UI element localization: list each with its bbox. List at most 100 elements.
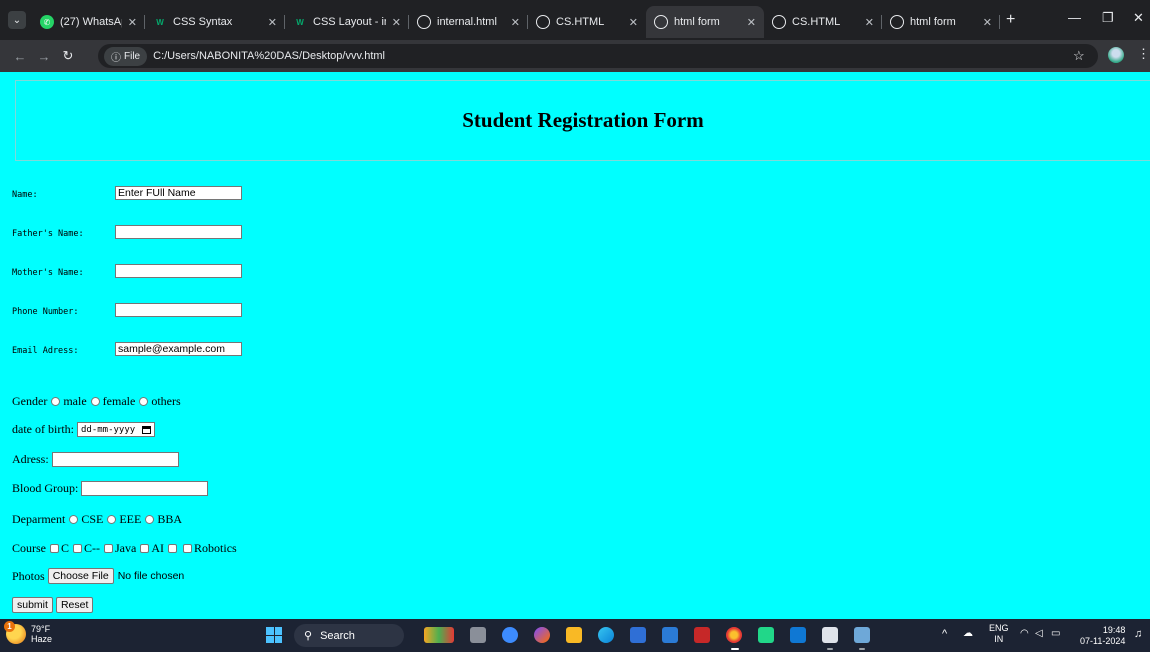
tab-cs-html-2[interactable]: CS.HTML ✕ — [764, 6, 882, 38]
reload-icon[interactable]: ↻ — [56, 48, 80, 64]
no-file-text: No file chosen — [117, 570, 185, 582]
restore-icon[interactable]: ❐ — [1102, 10, 1114, 26]
file-explorer-icon[interactable] — [566, 627, 582, 643]
course-option-label: C — [61, 541, 70, 555]
microsoft-store-icon[interactable] — [630, 627, 646, 643]
course-row: Course C C-- Java AI Robotics — [12, 541, 237, 556]
close-icon[interactable]: ✕ — [865, 16, 874, 29]
profile-avatar[interactable] — [1108, 47, 1124, 63]
tab-css-layout[interactable]: W CSS Layout - infi ✕ — [285, 6, 409, 38]
close-icon[interactable]: ✕ — [268, 16, 277, 29]
wifi-icon[interactable]: ◠ — [1020, 628, 1029, 639]
gender-radio-female[interactable] — [90, 397, 100, 406]
chrome-icon[interactable] — [726, 627, 742, 643]
whatsapp-icon: ✆ — [40, 15, 54, 29]
course-checkbox-robotics[interactable] — [183, 544, 193, 553]
mother-name-input[interactable] — [115, 264, 242, 278]
close-icon[interactable]: ✕ — [392, 16, 401, 29]
clock[interactable]: 19:48 07-11-2024 — [1080, 625, 1125, 647]
notification-bell-icon[interactable]: ♫ — [1134, 628, 1142, 640]
close-icon[interactable]: ✕ — [983, 16, 992, 29]
dept-radio-eee[interactable] — [107, 515, 117, 524]
site-info-chip[interactable]: ⓘ File — [104, 46, 148, 66]
copilot-icon[interactable] — [502, 627, 518, 643]
edge-icon[interactable] — [598, 627, 614, 643]
gender-radio-male[interactable] — [51, 397, 61, 406]
forward-icon[interactable]: → — [32, 49, 56, 64]
father-name-label: Father's Name: — [12, 229, 84, 239]
region-code: IN — [994, 634, 1004, 644]
email-input[interactable]: sample@example.com — [115, 342, 242, 356]
volume-icon[interactable]: ◁ — [1035, 628, 1043, 639]
copilot-app-icon[interactable] — [534, 627, 550, 643]
mcafee-icon[interactable] — [694, 627, 710, 643]
tab-label: internal.html — [437, 16, 497, 28]
choose-file-button[interactable]: Choose File — [47, 568, 114, 584]
menu-kebab-icon[interactable]: ⋮ — [1137, 46, 1150, 62]
browser-toolbar: ← → ↻ ⓘ File C:/Users/NABONITA%20DAS/Des… — [0, 40, 1150, 72]
close-window-icon[interactable]: ✕ — [1133, 10, 1144, 26]
globe-icon — [772, 15, 786, 29]
tab-whatsapp[interactable]: ✆ (27) WhatsApp ✕ — [32, 6, 145, 38]
course-checkbox-blank[interactable] — [168, 544, 178, 553]
tab-css-syntax[interactable]: W CSS Syntax ✕ — [145, 6, 285, 38]
tab-html-form-2[interactable]: html form ✕ — [882, 6, 1000, 38]
phone-number-input[interactable] — [115, 303, 242, 317]
gender-label: Gender — [12, 394, 48, 408]
course-option-label: Robotics — [194, 541, 237, 555]
tray-chevron-icon[interactable]: ^ — [942, 628, 947, 640]
outlook-icon[interactable] — [790, 627, 806, 643]
notepad-icon[interactable] — [822, 627, 838, 643]
father-name-input[interactable] — [115, 225, 242, 239]
close-icon[interactable]: ✕ — [629, 16, 638, 29]
language-indicator[interactable]: ENG IN — [989, 623, 1009, 645]
course-checkbox-c-minus[interactable] — [73, 544, 83, 553]
photos-app-icon[interactable] — [854, 627, 870, 643]
dept-radio-bba[interactable] — [145, 515, 155, 524]
gender-option-label: male — [63, 394, 87, 408]
back-icon[interactable]: ← — [8, 49, 32, 64]
gender-option-label: others — [151, 394, 181, 408]
course-option-label: Java — [115, 541, 137, 555]
widgets-icon[interactable] — [424, 627, 454, 643]
reset-button[interactable]: Reset — [55, 597, 94, 613]
weather-widget[interactable]: 1 79°F Haze — [4, 621, 53, 644]
phone-number-label: Phone Number: — [12, 307, 79, 317]
blood-group-input[interactable] — [81, 481, 209, 496]
gender-radio-others[interactable] — [139, 397, 149, 406]
submit-button[interactable]: submit — [12, 597, 53, 613]
course-checkbox-ai[interactable] — [140, 544, 150, 553]
name-input[interactable]: Enter FUll Name — [115, 186, 242, 200]
new-tab-button[interactable]: + — [1006, 11, 1015, 29]
address-input[interactable] — [51, 452, 179, 467]
close-icon[interactable]: ✕ — [747, 16, 756, 29]
onedrive-offline-icon[interactable]: ☁ — [963, 628, 973, 639]
url-text[interactable]: C:/Users/NABONITA%20DAS/Desktop/vvv.html — [153, 50, 385, 62]
address-bar[interactable]: ⓘ File C:/Users/NABONITA%20DAS/Desktop/v… — [98, 44, 1098, 68]
mcafee-dashboard-icon[interactable] — [662, 627, 678, 643]
w3schools-icon: W — [156, 17, 164, 27]
dob-date-input[interactable]: dd-mm-yyyy — [76, 422, 156, 437]
gender-row: Gender male female others — [12, 394, 181, 409]
battery-icon[interactable]: ▭ — [1051, 628, 1060, 639]
tab-search-button[interactable]: ⌄ — [8, 11, 26, 29]
tab-label: (27) WhatsApp — [60, 16, 122, 28]
bookmark-star-icon[interactable]: ☆ — [1073, 48, 1085, 64]
tab-internal-html[interactable]: internal.html ✕ — [409, 6, 528, 38]
task-view-icon[interactable] — [470, 627, 486, 643]
course-checkbox-java[interactable] — [104, 544, 114, 553]
close-icon[interactable]: ✕ — [511, 16, 520, 29]
course-checkbox-c[interactable] — [50, 544, 59, 553]
dept-radio-cse[interactable] — [69, 515, 79, 524]
globe-icon — [890, 15, 904, 29]
close-icon[interactable]: ✕ — [128, 16, 137, 29]
minimize-icon[interactable]: — — [1068, 10, 1081, 25]
pycharm-icon[interactable] — [758, 627, 774, 643]
tab-html-form-active[interactable]: html form ✕ — [646, 6, 764, 38]
tab-cs-html[interactable]: CS.HTML ✕ — [528, 6, 646, 38]
calendar-icon[interactable] — [142, 425, 152, 434]
weather-condition-text: Haze — [31, 634, 53, 644]
taskbar-search[interactable]: ⚲ Search — [294, 624, 404, 647]
windows-start-icon[interactable] — [266, 627, 282, 643]
dob-placeholder: dd-mm-yyyy — [80, 424, 136, 435]
